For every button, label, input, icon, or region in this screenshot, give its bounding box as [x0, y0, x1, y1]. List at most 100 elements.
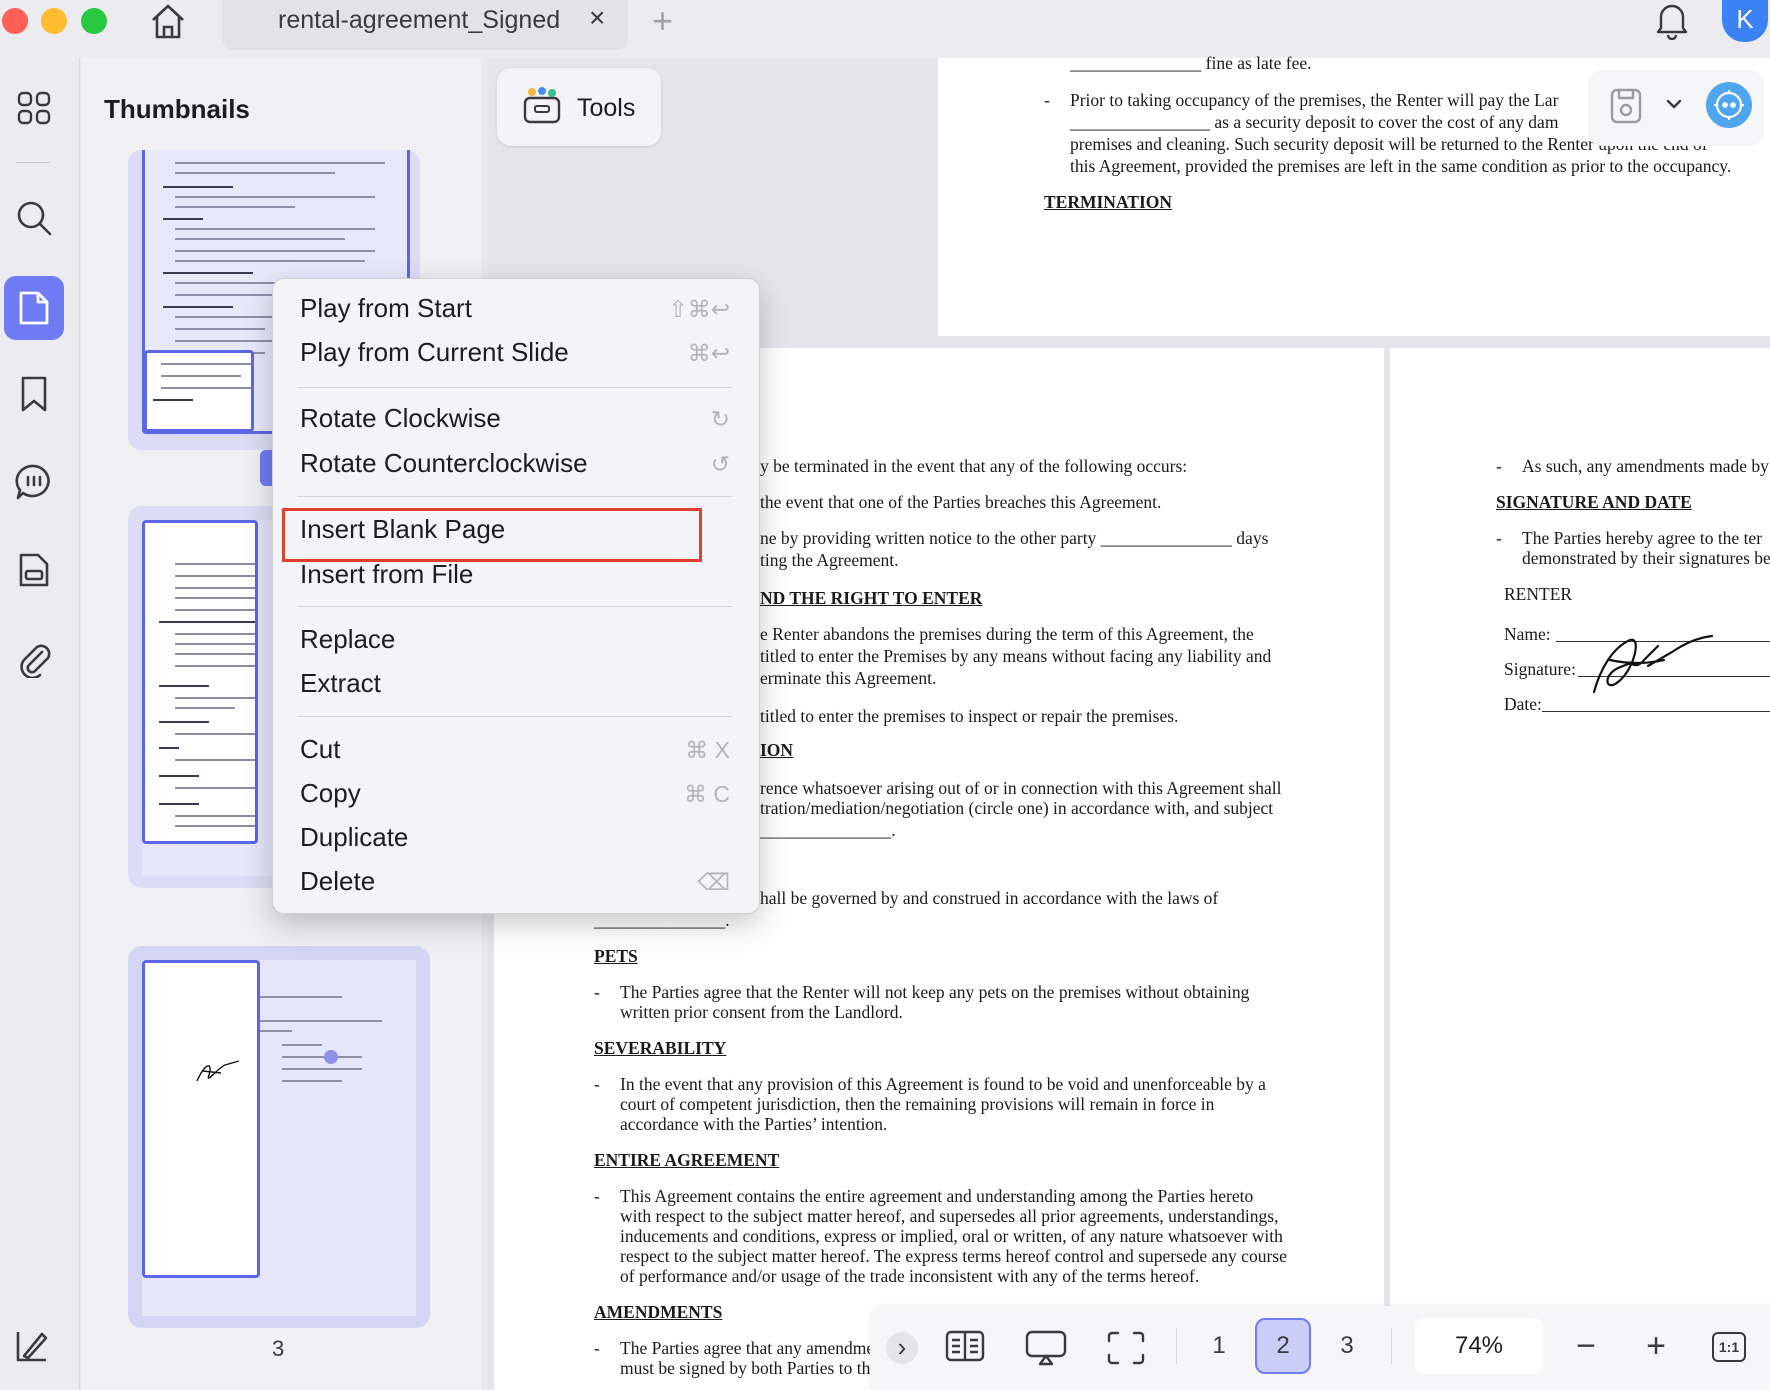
termination-heading: TERMINATION: [1044, 192, 1173, 212]
zoom-level-field[interactable]: 74%: [1415, 1318, 1543, 1374]
menu-item-cut[interactable]: Cut: [300, 734, 340, 765]
shortcut-label: ⌘ C: [684, 781, 730, 807]
deposit-line-4: this Agreement, provided the premises ar…: [1070, 156, 1732, 176]
context-menu: [272, 278, 760, 914]
actual-size-button[interactable]: 1:1: [1712, 1332, 1746, 1362]
thumbnail-selection-frame: [142, 520, 258, 844]
page-1-button[interactable]: 1: [1191, 1318, 1247, 1374]
severability-line-2: court of competent jurisdiction, then th…: [620, 1094, 1215, 1114]
menu-item-delete[interactable]: Delete: [300, 866, 375, 897]
title-bar: rental-agreement_Signed × + K: [0, 0, 1770, 58]
fit-to-screen-icon[interactable]: [1106, 1330, 1146, 1371]
sign-icon[interactable]: [12, 1326, 52, 1371]
shortcut-label: ⇧⌘↩: [668, 296, 730, 322]
form-icon[interactable]: [4, 540, 64, 600]
handwritten-signature: [1588, 630, 1718, 705]
comment-icon[interactable]: [4, 452, 64, 512]
entire-line-4: respect to the subject matter hereof. Th…: [620, 1246, 1287, 1266]
close-window-button[interactable]: [2, 8, 28, 34]
zoom-window-button[interactable]: [81, 8, 107, 34]
zoom-out-button[interactable]: −: [1566, 1326, 1606, 1366]
notification-bell-icon[interactable]: [1654, 0, 1690, 45]
amendments-line-1: The Parties agree that any amendme: [620, 1338, 875, 1358]
menu-item-insert-blank-page[interactable]: Insert Blank Page: [300, 514, 505, 545]
deposit-line-1: Prior to taking occupancy of the premise…: [1070, 90, 1559, 110]
page-layout-icon[interactable]: [944, 1328, 986, 1369]
menu-item-insert-from-file[interactable]: Insert from File: [300, 559, 473, 590]
home-icon[interactable]: [148, 2, 188, 45]
thumbnail-selection-frame: [144, 350, 254, 432]
renter-label: RENTER: [1504, 584, 1573, 604]
amendments-heading: AMENDMENTS: [594, 1302, 723, 1322]
ai-assistant-icon[interactable]: [1706, 82, 1752, 128]
page-3-button[interactable]: 3: [1319, 1318, 1375, 1374]
new-tab-button[interactable]: +: [652, 0, 673, 42]
page2-line: e Renter abandons the premises during th…: [760, 624, 1254, 644]
page2-line: ne by providing written notice to the ot…: [760, 528, 1269, 548]
menu-item-play-from-start[interactable]: Play from Start: [300, 293, 472, 324]
tab-close-button[interactable]: ×: [589, 2, 605, 34]
save-icon[interactable]: [1608, 86, 1644, 131]
page3-line: The Parties hereby agree to the ter: [1522, 528, 1763, 548]
rotate-counterclockwise-icon: ↺: [710, 451, 730, 477]
menu-separator: [298, 716, 732, 717]
menu-separator: [298, 606, 732, 607]
page2-line: titled to enter the premises to inspect …: [760, 706, 1179, 726]
severability-heading: SEVERABILITY: [594, 1038, 727, 1058]
name-label: Name:: [1504, 624, 1551, 644]
tab-title: rental-agreement_Signed: [278, 6, 561, 34]
bookmark-icon[interactable]: [4, 364, 64, 424]
thumbnail-page-label: 3: [272, 1336, 285, 1361]
abandonment-heading: ND THE RIGHT TO ENTER: [760, 588, 983, 608]
tools-label: Tools: [577, 94, 636, 122]
entire-line-5: of performance and/or usage of the trade…: [620, 1266, 1200, 1286]
signature-label: Signature:: [1504, 659, 1576, 679]
pages-icon[interactable]: [4, 276, 64, 340]
signature-date-heading: SIGNATURE AND DATE: [1496, 492, 1692, 512]
menu-item-duplicate[interactable]: Duplicate: [300, 822, 408, 853]
page2-line: ting the Agreement.: [760, 550, 899, 570]
slideshow-icon[interactable]: [1024, 1328, 1068, 1373]
dispute-heading: ION: [760, 740, 794, 760]
minimize-window-button[interactable]: [41, 8, 67, 34]
delete-key-icon: ⌫: [697, 869, 730, 895]
page2-line: erminate this Agreement.: [760, 668, 937, 688]
pets-line-2: written prior consent from the Landlord.: [620, 1002, 903, 1022]
menu-item-play-from-current-slide[interactable]: Play from Current Slide: [300, 337, 569, 368]
zoom-in-button[interactable]: +: [1636, 1326, 1676, 1366]
menu-separator: [298, 387, 732, 388]
bullet: -: [1044, 90, 1050, 110]
pets-line-1: The Parties agree that the Renter will n…: [620, 982, 1250, 1002]
avatar[interactable]: K: [1722, 0, 1768, 42]
deposit-line-2: ________________ as a security deposit t…: [1070, 112, 1559, 132]
page2-line: rence whatsoever arising out of or in co…: [760, 778, 1282, 798]
thumbnail-page-3[interactable]: [128, 946, 430, 1328]
page2-line: titled to enter the Premises by any mean…: [760, 646, 1272, 666]
menu-item-rotate-counterclockwise[interactable]: Rotate Counterclockwise: [300, 448, 588, 479]
toolbar-divider: [1176, 1328, 1177, 1364]
search-icon[interactable]: [4, 188, 64, 248]
pets-heading: PETS: [594, 946, 638, 966]
chevron-down-icon[interactable]: [1664, 96, 1684, 117]
late-fee-line: _______________ fine as late fee.: [1070, 53, 1312, 73]
page2-line: tration/mediation/negotiation (circle on…: [760, 798, 1274, 818]
date-field-line: [1542, 711, 1770, 712]
menu-item-copy[interactable]: Copy: [300, 778, 361, 809]
menu-item-extract[interactable]: Extract: [300, 668, 381, 699]
attachment-icon[interactable]: [4, 628, 64, 688]
bullet: -: [594, 1074, 600, 1094]
thumbnails-title: Thumbnails: [104, 94, 250, 124]
apps-icon[interactable]: [4, 78, 64, 138]
page2-line: _______________.: [760, 820, 896, 840]
shortcut-label: ⌘ X: [685, 737, 730, 763]
menu-item-replace[interactable]: Replace: [300, 624, 395, 655]
menu-item-rotate-clockwise[interactable]: Rotate Clockwise: [300, 403, 501, 434]
page2-line: the event that one of the Parties breach…: [760, 492, 1162, 512]
entire-agreement-heading: ENTIRE AGREEMENT: [594, 1150, 780, 1170]
expand-toolbar-button[interactable]: ›: [886, 1332, 918, 1364]
page-2-button[interactable]: 2: [1255, 1318, 1311, 1374]
amendments-line-2: must be signed by both Parties to th: [620, 1358, 871, 1378]
bullet: -: [594, 1338, 600, 1358]
toolbox-icon: [522, 86, 562, 131]
shortcut-label: ⌘↩: [687, 340, 730, 366]
